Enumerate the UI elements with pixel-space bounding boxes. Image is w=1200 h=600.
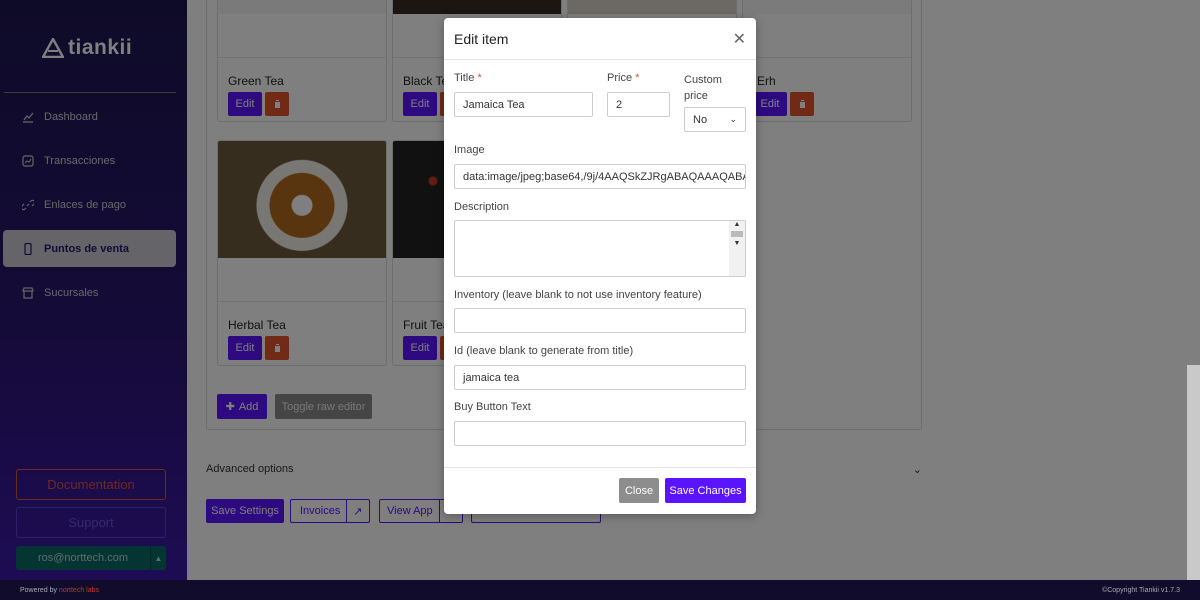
description-label: Description <box>454 201 510 213</box>
image-input[interactable]: data:image/jpeg;base64,/9j/4AAQSkZJRgABA… <box>454 164 746 189</box>
modal-header: Edit item ✕ <box>444 18 756 60</box>
footer: Powered by norttech labs ©Copyright Tian… <box>0 580 1200 600</box>
custom-price-label-line2: price <box>684 90 708 102</box>
textarea-scrollbar[interactable]: ▲ ▼ <box>729 221 745 276</box>
title-label: Title * <box>454 72 482 84</box>
copyright: ©Copyright Tiankii v1.7.3 <box>1102 586 1180 594</box>
price-label-text: Price <box>607 72 633 84</box>
sidebar-overlay <box>0 0 187 580</box>
page-scrollbar[interactable] <box>1187 365 1200 580</box>
scroll-thumb[interactable] <box>731 231 743 237</box>
inventory-label: Inventory (leave blank to not use invent… <box>454 289 702 301</box>
title-label-text: Title <box>454 72 475 84</box>
scroll-down-icon[interactable]: ▼ <box>729 240 745 247</box>
description-textarea[interactable]: ▲ ▼ <box>454 220 746 277</box>
price-input[interactable]: 2 <box>607 92 670 117</box>
sidebar: tiankii Dashboard Transacciones Enlaces … <box>0 0 187 580</box>
powered-by: Powered by norttech labs <box>20 587 99 594</box>
powered-by-text: Powered by <box>20 586 57 594</box>
custom-price-label: Custom price <box>684 72 722 104</box>
close-icon[interactable]: ✕ <box>733 29 746 49</box>
required-marker: * <box>635 72 640 84</box>
save-changes-button[interactable]: Save Changes <box>665 478 746 503</box>
id-input[interactable]: jamaica tea <box>454 365 746 390</box>
buy-button-text-input[interactable] <box>454 421 746 446</box>
edit-item-modal: Edit item ✕ Title * Jamaica Tea Price * … <box>444 18 756 514</box>
custom-price-label-line1: Custom <box>684 74 722 86</box>
price-label: Price * <box>607 72 639 84</box>
scroll-up-icon[interactable]: ▲ <box>729 221 745 228</box>
custom-price-value: No <box>693 113 708 126</box>
modal-title: Edit item <box>454 30 509 47</box>
required-marker: * <box>477 72 482 84</box>
close-button[interactable]: Close <box>619 478 659 503</box>
custom-price-select[interactable]: No ⌄ <box>684 107 746 132</box>
image-label: Image <box>454 144 485 156</box>
buy-button-text-label: Buy Button Text <box>454 401 531 413</box>
inventory-input[interactable] <box>454 308 746 333</box>
title-input[interactable]: Jamaica Tea <box>454 92 593 117</box>
chevron-down-icon: ⌄ <box>729 114 737 124</box>
powered-by-link[interactable]: norttech labs <box>59 587 99 594</box>
id-label: Id (leave blank to generate from title) <box>454 345 634 357</box>
